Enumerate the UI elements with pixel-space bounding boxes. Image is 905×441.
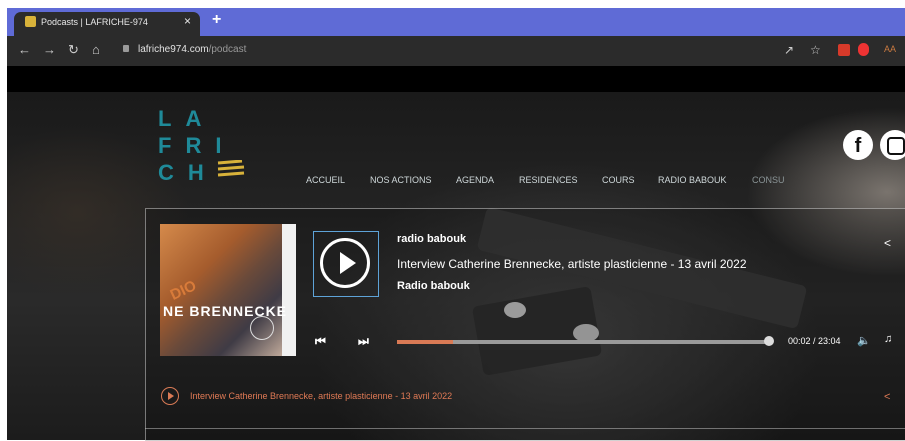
volume-icon[interactable]: 🔈 [857, 334, 871, 347]
nav-radio-babouk[interactable]: RADIO BABOUK [658, 175, 727, 185]
instagram-glyph [887, 137, 905, 155]
star-icon[interactable]: ☆ [810, 43, 821, 57]
cover-art-badge [250, 316, 274, 340]
track-play-icon [168, 392, 174, 400]
url-domain: lafriche974.com [138, 44, 209, 55]
facebook-icon[interactable]: f [843, 130, 873, 160]
url-field[interactable]: lafriche974.com/podcast [138, 44, 246, 55]
tab-title[interactable]: Podcasts | LAFRICHE-974 [41, 17, 148, 27]
play-icon [340, 252, 356, 274]
lock-icon[interactable] [123, 45, 129, 52]
artist-name: Radio babouk [397, 280, 470, 292]
time-display: 00:02 / 23:04 [788, 336, 841, 346]
share-page-icon[interactable]: ↗ [784, 43, 794, 57]
logo-line-1[interactable]: LA [158, 106, 215, 132]
favicon-icon [25, 16, 36, 27]
progress-fill [397, 340, 453, 344]
nav-consu[interactable]: CONSU [752, 175, 785, 185]
episode-title: Interview Catherine Brennecke, artiste p… [397, 257, 747, 271]
cover-art-edge [282, 224, 296, 356]
tab-close-icon[interactable]: × [184, 14, 191, 28]
home-icon[interactable]: ⌂ [92, 42, 100, 57]
pdf-extension-icon[interactable] [838, 44, 850, 56]
url-path: /podcast [208, 44, 247, 55]
extension-icon[interactable] [858, 43, 869, 56]
nav-cours[interactable]: COURS [602, 175, 635, 185]
nav-agenda[interactable]: AGENDA [456, 175, 494, 185]
logo-line-2[interactable]: FRI [158, 133, 235, 159]
nav-nos-actions[interactable]: NOS ACTIONS [370, 175, 432, 185]
track-list-item[interactable]: Interview Catherine Brennecke, artiste p… [190, 391, 452, 401]
nav-accueil[interactable]: ACCUEIL [306, 175, 345, 185]
playlist-icon[interactable]: ♫ [884, 333, 892, 345]
progress-handle[interactable] [764, 336, 774, 346]
logo-stripes-icon [217, 160, 245, 177]
skip-forward-icon[interactable]: ⏭ [358, 334, 369, 349]
page-top-band [7, 66, 905, 92]
forward-icon[interactable]: → [43, 42, 56, 57]
station-name: radio babouk [397, 233, 467, 245]
share-icon[interactable]: < [884, 236, 891, 250]
logo-line-3[interactable]: CH [158, 160, 218, 186]
player-divider [145, 428, 905, 429]
reload-icon[interactable]: ↻ [68, 42, 79, 58]
track-share-icon[interactable]: < [884, 391, 890, 403]
back-icon[interactable]: ← [18, 42, 31, 57]
skip-back-icon[interactable]: ⏮ [315, 334, 326, 349]
new-tab-button[interactable]: + [212, 11, 221, 29]
nav-residences[interactable]: RESIDENCES [519, 175, 578, 185]
profile-avatar[interactable]: AA [884, 44, 896, 54]
cover-art-text: NE BRENNECKE [163, 303, 288, 319]
